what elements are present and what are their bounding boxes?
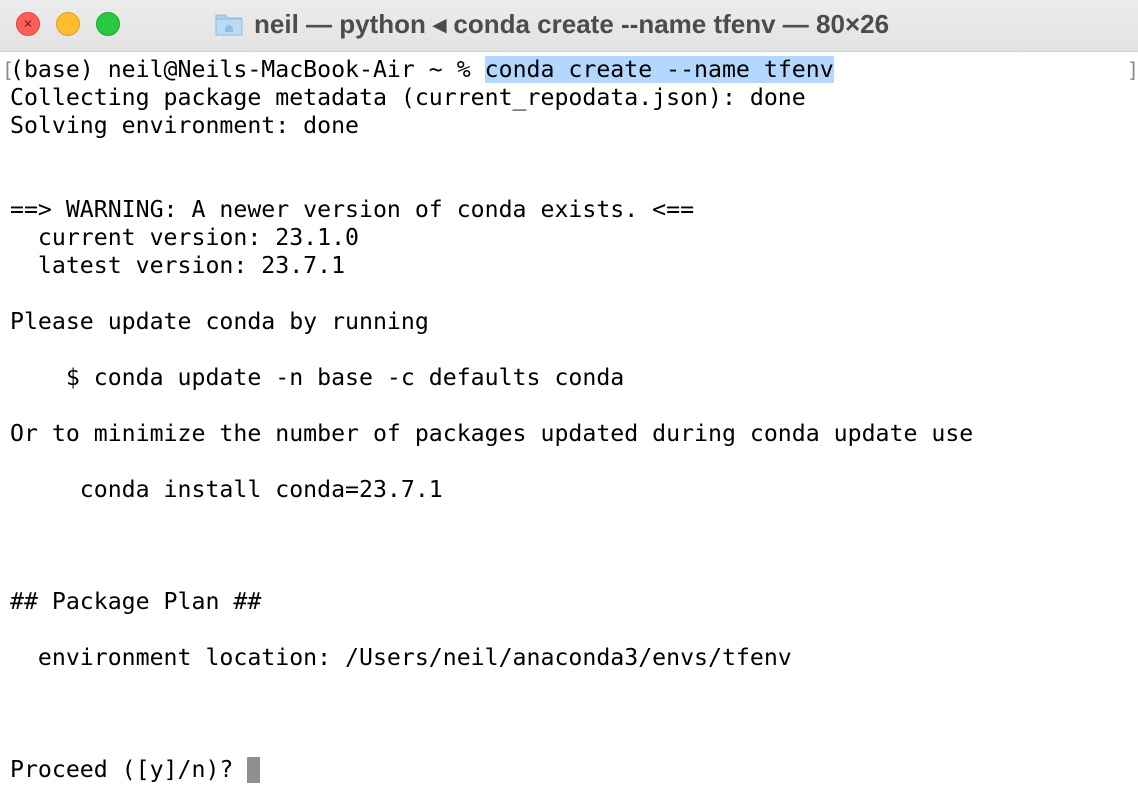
output-lines: Collecting package metadata (current_rep… xyxy=(10,84,1138,756)
output-line: Solving environment: done xyxy=(10,112,360,139)
confirm-prompt: Proceed ([y]/n)? xyxy=(10,756,248,783)
text-cursor xyxy=(247,757,261,783)
confirm-prompt-line: Proceed ([y]/n)? xyxy=(10,756,1138,784)
shell-prompt: (base) neil@Neils-MacBook-Air ~ % xyxy=(10,56,485,83)
mark-bracket-left: [ xyxy=(2,58,15,82)
close-window-button[interactable]: ✕ xyxy=(16,12,40,36)
terminal-output[interactable]: [ ] (base) neil@Neils-MacBook-Air ~ % co… xyxy=(0,56,1138,790)
output-line: Or to minimize the number of packages up… xyxy=(10,420,974,447)
mark-bracket-right: ] xyxy=(1127,58,1138,82)
output-line: current version: 23.1.0 xyxy=(10,224,360,251)
prompt-line: (base) neil@Neils-MacBook-Air ~ % conda … xyxy=(10,56,1138,84)
folder-icon xyxy=(215,14,243,36)
zoom-window-button[interactable] xyxy=(96,12,120,36)
output-line: $ conda update -n base -c defaults conda xyxy=(10,364,625,391)
output-line: Please update conda by running xyxy=(10,308,429,335)
title-bar[interactable]: ✕ neil — python ◂ conda create --name tf… xyxy=(0,0,1138,52)
selected-command[interactable]: conda create --name tfenv xyxy=(484,56,834,83)
output-line: latest version: 23.7.1 xyxy=(10,252,346,279)
output-line: ==> WARNING: A newer version of conda ex… xyxy=(10,196,695,223)
output-line: Collecting package metadata (current_rep… xyxy=(10,84,806,111)
minimize-window-button[interactable] xyxy=(56,12,80,36)
output-line: conda install conda=23.7.1 xyxy=(10,476,443,503)
output-line: environment location: /Users/neil/anacon… xyxy=(10,644,792,671)
window-title: neil — python ◂ conda create --name tfen… xyxy=(254,8,890,39)
output-line: ## Package Plan ## xyxy=(10,588,262,615)
close-icon: ✕ xyxy=(22,17,34,31)
terminal-window: ✕ neil — python ◂ conda create --name tf… xyxy=(0,0,1138,790)
window-title-group: neil — python ◂ conda create --name tfen… xyxy=(214,8,889,40)
